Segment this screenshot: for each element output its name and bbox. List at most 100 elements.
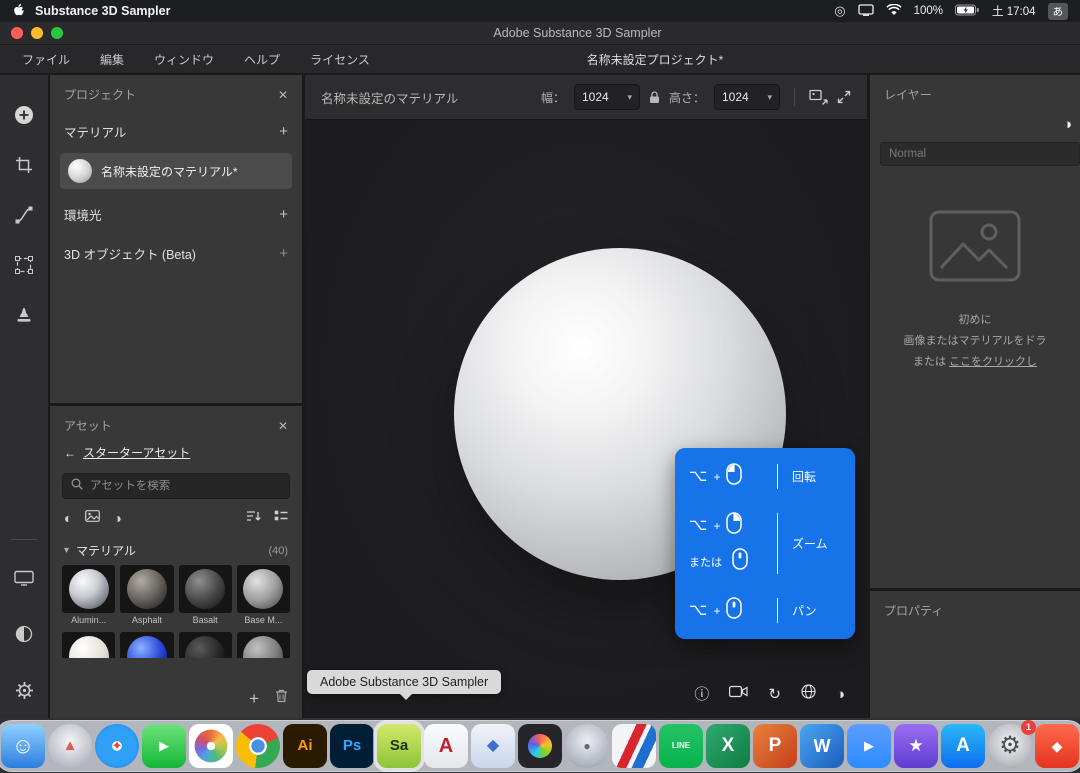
mouse-middle-button-icon bbox=[726, 597, 742, 624]
globe-icon[interactable] bbox=[801, 684, 816, 704]
preview-toggle-icon[interactable] bbox=[809, 89, 828, 106]
display-mode-icon[interactable] bbox=[12, 566, 36, 590]
list-view-icon[interactable] bbox=[274, 509, 288, 527]
width-select[interactable]: 1024 ▾ bbox=[574, 84, 640, 110]
asset-material-row2-1[interactable] bbox=[62, 632, 115, 658]
lock-aspect-icon[interactable] bbox=[649, 91, 660, 104]
import-asset-button[interactable]: + bbox=[249, 690, 259, 707]
dock-item-red-diamond-app[interactable]: ◆ bbox=[1035, 724, 1079, 768]
blend-mode-select[interactable]: Normal bbox=[880, 142, 1080, 166]
asset-material-1[interactable]: Alumin... bbox=[62, 565, 115, 628]
chevron-down-icon: ▾ bbox=[767, 92, 772, 103]
material-list-item[interactable]: 名称未設定のマテリアル* bbox=[60, 153, 292, 189]
dock-item-photoshop[interactable]: Ps bbox=[330, 724, 374, 768]
starter-assets-label: スターターアセット bbox=[83, 444, 190, 461]
dock-item-gray-sphere-app[interactable]: ● bbox=[565, 724, 609, 768]
search-input[interactable] bbox=[90, 480, 281, 492]
asset-material-row2-4[interactable] bbox=[237, 632, 290, 658]
dock-item-facetime[interactable]: ▶ bbox=[142, 724, 186, 768]
screen-mirroring-icon[interactable] bbox=[858, 4, 874, 19]
viewport-3d-canvas[interactable]: ⌥ + 回転 ⌥ + bbox=[305, 120, 867, 718]
menu-help[interactable]: ヘルプ bbox=[244, 51, 280, 68]
asset-material-row2-2[interactable] bbox=[120, 632, 173, 658]
material-thumbnail bbox=[68, 159, 92, 183]
dock-item-launchpad[interactable]: ▲ bbox=[48, 724, 92, 768]
dock-item-blue-gem-app[interactable]: ◆ bbox=[471, 724, 515, 768]
transform-tool-icon[interactable] bbox=[12, 253, 36, 277]
hint-divider bbox=[777, 513, 778, 574]
menu-window[interactable]: ウィンドウ bbox=[154, 51, 214, 68]
dock-item-powerpoint[interactable]: P bbox=[753, 724, 797, 768]
dock-item-purple-star-app[interactable]: ★ bbox=[894, 724, 938, 768]
search-icon bbox=[71, 477, 83, 495]
filter-materials-icon[interactable]: ◐ bbox=[64, 511, 72, 525]
trash-icon[interactable] bbox=[275, 689, 288, 708]
close-window-button[interactable] bbox=[11, 27, 23, 39]
info-icon[interactable]: ⓘ bbox=[694, 687, 709, 702]
menu-extra-icon[interactable]: ◎ bbox=[834, 3, 845, 19]
dock-item-zoom[interactable]: ▶ bbox=[847, 724, 891, 768]
starter-assets-link[interactable]: ← スターターアセット bbox=[50, 443, 302, 467]
stamp-tool-icon[interactable] bbox=[12, 303, 36, 327]
asset-material-4[interactable]: Base M... bbox=[237, 565, 290, 628]
dock-item-word[interactable]: W bbox=[800, 724, 844, 768]
macos-menubar: Substance 3D Sampler ◎ 100% 土 17:04 あ bbox=[0, 0, 1080, 22]
menubar-clock[interactable]: 土 17:04 bbox=[992, 3, 1035, 19]
apple-menu-icon[interactable] bbox=[12, 3, 25, 20]
dock-item-substance-sampler[interactable]: Sa bbox=[377, 724, 421, 768]
materials-category-row[interactable]: ▾ マテリアル (40) bbox=[50, 533, 302, 565]
add-object3d-button[interactable]: + bbox=[279, 246, 288, 261]
environment-section-label: 環境光 bbox=[64, 205, 102, 224]
dock-item-photos[interactable] bbox=[189, 724, 233, 768]
fullscreen-icon[interactable] bbox=[837, 90, 851, 104]
mouse-scroll-wheel-icon bbox=[732, 548, 748, 575]
asset-material-row2-3[interactable] bbox=[179, 632, 232, 658]
asset-material-2[interactable]: Asphalt bbox=[120, 565, 173, 628]
environment-icon[interactable] bbox=[12, 622, 36, 646]
menu-license[interactable]: ライセンス bbox=[310, 51, 370, 68]
wifi-icon[interactable] bbox=[886, 4, 902, 19]
viewport: 名称未設定のマテリアル 幅： 1024 ▾ 高さ： 1024 ▾ bbox=[305, 75, 867, 718]
material-item-label: 名称未設定のマテリアル* bbox=[101, 163, 238, 180]
close-icon[interactable]: ✕ bbox=[278, 419, 288, 433]
curve-tool-icon[interactable] bbox=[12, 203, 36, 227]
minimize-window-button[interactable] bbox=[31, 27, 43, 39]
assets-footer: + bbox=[50, 681, 302, 718]
dock-item-autocad[interactable]: A bbox=[424, 724, 468, 768]
dock-item-excel[interactable]: X bbox=[706, 724, 750, 768]
dock-item-color-wheel-app[interactable] bbox=[518, 724, 562, 768]
filter-images-icon[interactable] bbox=[85, 509, 100, 527]
click-here-link[interactable]: ここをクリックし bbox=[949, 356, 1037, 368]
add-resource-button[interactable] bbox=[12, 103, 36, 127]
dock-item-system-settings[interactable]: ⚙1 bbox=[988, 724, 1032, 768]
add-environment-button[interactable]: + bbox=[279, 207, 288, 222]
menubar-app-name[interactable]: Substance 3D Sampler bbox=[35, 4, 170, 18]
battery-icon[interactable] bbox=[955, 4, 980, 19]
dock-item-chrome[interactable] bbox=[236, 724, 280, 768]
shading-toggle-icon[interactable]: ◑ bbox=[836, 687, 845, 702]
settings-gear-icon[interactable] bbox=[12, 678, 36, 702]
filter-environments-icon[interactable]: ◑ bbox=[113, 511, 121, 525]
sort-icon[interactable] bbox=[246, 509, 261, 527]
close-icon[interactable]: ✕ bbox=[278, 88, 288, 102]
dock-item-red-blue-app[interactable] bbox=[612, 724, 656, 768]
layer-visibility-icon[interactable]: ◑ bbox=[1063, 116, 1072, 133]
dock-item-illustrator[interactable]: Ai bbox=[283, 724, 327, 768]
dock-item-app-store[interactable]: A bbox=[941, 724, 985, 768]
asset-material-3[interactable]: Basalt bbox=[179, 565, 232, 628]
dock-item-line[interactable]: LINE bbox=[659, 724, 703, 768]
menu-edit[interactable]: 編集 bbox=[100, 51, 124, 68]
height-value: 1024 bbox=[722, 90, 749, 104]
dock-item-finder[interactable]: ☺ bbox=[1, 724, 45, 768]
zoom-window-button[interactable] bbox=[51, 27, 63, 39]
camera-icon[interactable] bbox=[729, 685, 748, 703]
input-source-icon[interactable]: あ bbox=[1048, 3, 1069, 20]
dock-item-safari[interactable]: ✦ bbox=[95, 724, 139, 768]
add-material-button[interactable]: + bbox=[279, 124, 288, 139]
height-select[interactable]: 1024 ▾ bbox=[714, 84, 780, 110]
crop-tool-icon[interactable] bbox=[12, 153, 36, 177]
chevron-down-icon: ▾ bbox=[627, 92, 632, 103]
asset-search-box[interactable] bbox=[62, 473, 290, 499]
menu-file[interactable]: ファイル bbox=[22, 51, 70, 68]
reset-view-icon[interactable]: ↻ bbox=[768, 687, 781, 702]
